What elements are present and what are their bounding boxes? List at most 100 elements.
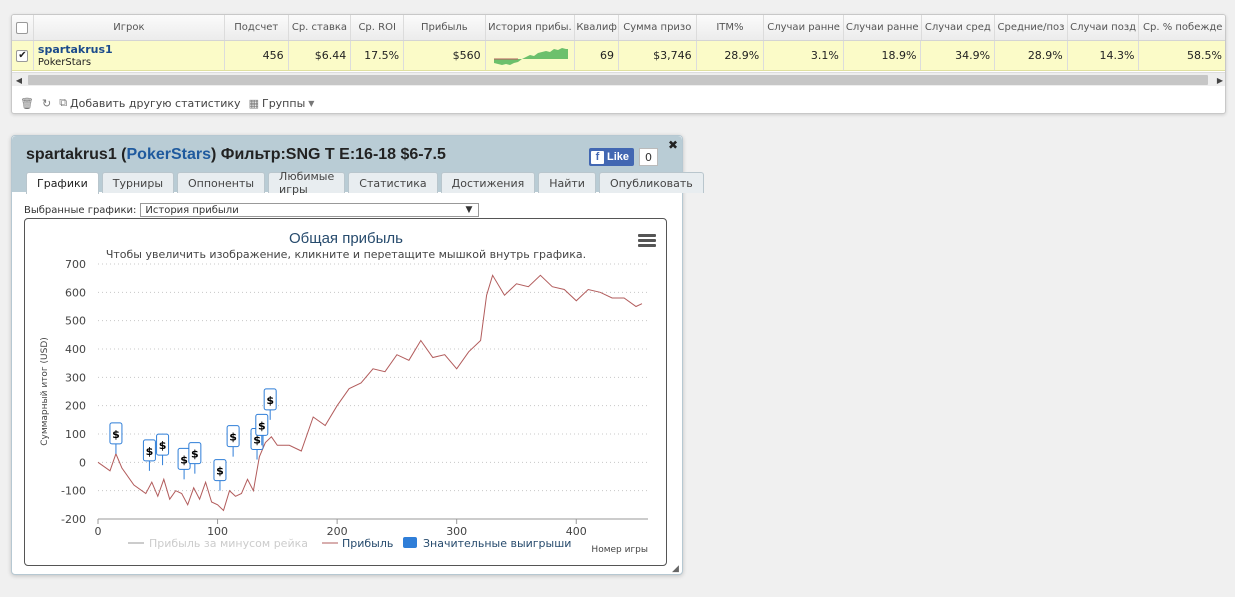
cell-midpos: 28.9% — [995, 41, 1068, 70]
fb-like-button[interactable]: f Like — [589, 148, 635, 166]
chart-container[interactable]: Общая прибыль Чтобы увеличить изображение… — [24, 218, 667, 566]
y-tick-label: 700 — [65, 258, 86, 271]
trash-icon[interactable]: 🗑 — [20, 97, 34, 110]
cell-avg-stake: $6.44 — [289, 41, 352, 70]
cell-itm: 28.9% — [697, 41, 765, 70]
profit-chart[interactable]: Общая прибыльЧтобы увеличить изображение… — [25, 219, 666, 565]
scroll-left-icon[interactable]: ◀ — [12, 73, 26, 87]
select-all-checkbox[interactable] — [16, 21, 29, 34]
groups-icon: ▦ — [248, 96, 259, 110]
close-icon[interactable]: ✖ — [668, 138, 678, 152]
resize-handle-icon[interactable]: ◢ — [672, 564, 679, 574]
big-win-label: $ — [266, 394, 274, 407]
panel-tabs: Графики Турниры Оппоненты Любимые игры С… — [26, 170, 704, 196]
y-axis-label: Суммарный итог (USD) — [40, 337, 50, 446]
tab-publish[interactable]: Опубликовать — [598, 172, 704, 193]
legend-item-rake: Прибыль за минусом рейка — [149, 537, 308, 550]
chart-select[interactable]: История прибыли ▼ — [140, 203, 480, 217]
chart-title: Общая прибыль — [289, 230, 403, 247]
big-win-label: $ — [229, 431, 237, 444]
groups-label: Группы — [261, 96, 306, 110]
col-header-itm[interactable]: ITM% — [697, 15, 765, 40]
chevron-down-icon: ▼ — [308, 98, 315, 108]
facebook-icon: f — [591, 150, 604, 164]
cell-early-1: 3.1% — [764, 41, 844, 70]
col-header-midpos[interactable]: Средние/поз — [995, 15, 1068, 40]
y-tick-label: 300 — [65, 371, 86, 384]
player-name-link[interactable]: spartakrus1 — [38, 43, 113, 56]
groups-button[interactable]: ▦ Группы ▼ — [249, 97, 315, 110]
col-header-qualif[interactable]: Квалиф — [575, 15, 619, 40]
cell-win-pct: 58.5% — [1139, 41, 1225, 70]
select-all-cell[interactable] — [12, 15, 34, 40]
cell-mid: 34.9% — [921, 41, 996, 70]
title-filter: Фильтр:SNG T E:16-18 $6-7.5 — [220, 146, 446, 163]
y-tick-label: 0 — [79, 456, 86, 469]
panel-title: spartakrus1 (PokerStars) Фильтр:SNG T E:… — [26, 146, 446, 163]
series-line-profit — [97, 274, 643, 512]
x-axis-label: Номер игры — [591, 545, 648, 555]
table-row[interactable]: ✔ spartakrus1 PokerStars 456 $6.44 17.5%… — [12, 41, 1225, 71]
tab-charts[interactable]: Графики — [26, 172, 99, 194]
col-header-player[interactable]: Игрок — [34, 15, 225, 40]
cell-avg-roi: 17.5% — [351, 41, 405, 70]
tab-favorite-games[interactable]: Любимые игры — [268, 170, 346, 196]
cell-prize-sum: $3,746 — [619, 41, 697, 70]
col-header-profit-history[interactable]: История прибы. — [486, 15, 576, 40]
fb-like-count: 0 — [639, 148, 659, 166]
tab-tournaments[interactable]: Турниры — [101, 172, 175, 193]
big-win-label: $ — [112, 428, 120, 441]
y-tick-label: 400 — [65, 343, 86, 356]
y-tick-label: 500 — [65, 315, 86, 328]
add-stat-button[interactable]: ⧉ Добавить другую статистику — [59, 96, 240, 110]
add-stat-icon: ⧉ — [59, 96, 68, 109]
col-header-avg-stake[interactable]: Ср. ставка — [289, 15, 352, 40]
cell-profit: $560 — [404, 41, 486, 70]
title-room-link[interactable]: PokerStars — [127, 146, 212, 163]
scroll-right-icon[interactable]: ▶ — [1213, 73, 1225, 87]
panel-header: spartakrus1 (PokerStars) Фильтр:SNG T E:… — [12, 136, 704, 196]
stats-header-row: Игрок Подсчет Ср. ставка Ср. ROI Прибыль… — [12, 15, 1225, 41]
stats-panel: Игрок Подсчет Ср. ставка Ср. ROI Прибыль… — [11, 14, 1226, 114]
sparkline-fill — [493, 47, 568, 65]
chart-select-row: Выбранные графики: История прибыли ▼ — [24, 203, 480, 217]
stats-toolbar: 🗑 ↻ ⧉ Добавить другую статистику ▦ Групп… — [12, 93, 1225, 113]
col-header-profit[interactable]: Прибыль — [404, 15, 486, 40]
big-win-label: $ — [180, 453, 188, 466]
legend-item-profit: Прибыль — [342, 537, 393, 550]
tab-opponents[interactable]: Оппоненты — [177, 172, 266, 193]
col-header-late[interactable]: Случаи позд — [1068, 15, 1140, 40]
col-header-avg-roi[interactable]: Ср. ROI — [351, 15, 405, 40]
col-header-prize-sum[interactable]: Сумма призо — [619, 15, 697, 40]
y-tick-label: -200 — [61, 513, 86, 526]
refresh-icon[interactable]: ↻ — [42, 97, 51, 110]
horizontal-scrollbar[interactable]: ◀ ▶ — [12, 72, 1225, 87]
player-room: PokerStars — [37, 57, 92, 68]
row-select-cell[interactable]: ✔ — [12, 41, 34, 70]
chevron-down-icon: ▼ — [465, 205, 473, 215]
scrollbar-thumb[interactable] — [28, 75, 1208, 85]
col-header-count[interactable]: Подсчет — [225, 15, 289, 40]
cell-count: 456 — [225, 41, 289, 70]
title-player: spartakrus1 — [26, 146, 117, 163]
col-header-mid[interactable]: Случаи сред — [922, 15, 996, 40]
legend-item-big-wins: Значительные выигрыши — [423, 537, 571, 550]
row-checkbox[interactable]: ✔ — [16, 49, 29, 62]
add-stat-label: Добавить другую статистику — [70, 96, 241, 110]
player-cell[interactable]: spartakrus1 PokerStars — [34, 41, 225, 70]
fb-like-label: Like — [607, 151, 630, 163]
chart-select-value: История прибыли — [145, 204, 239, 216]
col-header-win-pct[interactable]: Ср. % побежде — [1139, 15, 1225, 40]
col-header-early-1[interactable]: Случаи ранне — [764, 15, 844, 40]
y-tick-label: 600 — [65, 286, 86, 299]
y-tick-label: -100 — [61, 485, 86, 498]
cell-qualif: 69 — [575, 41, 619, 70]
chart-menu-icon[interactable] — [638, 234, 656, 248]
y-tick-label: 100 — [65, 428, 86, 441]
chart-panel: spartakrus1 (PokerStars) Фильтр:SNG T E:… — [11, 135, 704, 575]
legend-symbol-big-wins — [403, 537, 417, 548]
tab-statistics[interactable]: Статистика — [348, 172, 438, 193]
col-header-early-2[interactable]: Случаи ранне — [844, 15, 922, 40]
tab-achievements[interactable]: Достижения — [440, 172, 536, 193]
tab-find[interactable]: Найти — [538, 172, 596, 193]
